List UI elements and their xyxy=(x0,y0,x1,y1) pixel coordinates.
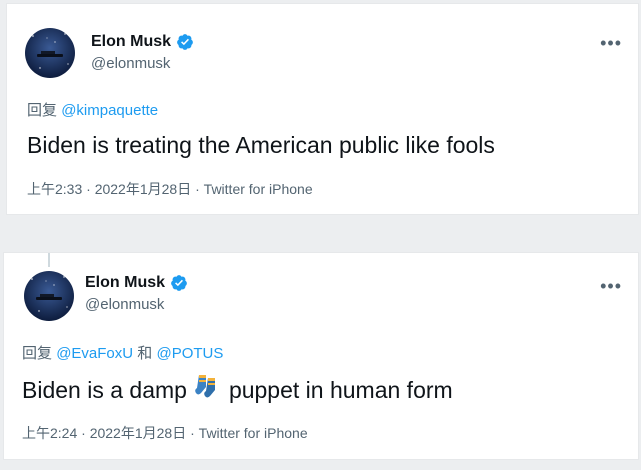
reply-label: 回复 xyxy=(27,102,58,119)
tweet-text: Biden is treating the American public li… xyxy=(27,132,495,158)
mention-link[interactable]: @POTUS xyxy=(156,345,223,362)
author-name[interactable]: Elon Musk xyxy=(91,33,171,51)
tweet-time[interactable]: 上午2:24 xyxy=(22,425,77,441)
author-name[interactable]: Elon Musk xyxy=(85,274,165,292)
reply-context: 回复 @kimpaquette xyxy=(27,99,158,120)
reply-label: 回复 xyxy=(22,345,53,362)
thread-line xyxy=(48,253,50,267)
avatar[interactable] xyxy=(24,271,74,321)
tweet-text-before: Biden is a damp xyxy=(22,376,187,403)
more-options-icon[interactable]: ••• xyxy=(600,34,622,52)
mention-link[interactable]: @EvaFoxU xyxy=(56,345,133,362)
tweet-date[interactable]: 2022年1月28日 xyxy=(95,181,192,197)
mention-joiner: 和 xyxy=(137,345,153,362)
tweet-metadata: 上午2:33 · 2022年1月28日 · Twitter for iPhone xyxy=(27,179,313,199)
separator: · xyxy=(77,425,90,441)
tweet-card[interactable]: Elon Musk @elonmusk ••• 回复 @EvaFoxU 和 @P… xyxy=(3,252,639,460)
tweet-text: Biden is a damp puppet in human form xyxy=(22,373,453,407)
avatar[interactable] xyxy=(25,28,75,78)
tweet-date[interactable]: 2022年1月28日 xyxy=(90,425,187,441)
socks-icon xyxy=(195,373,221,407)
tweet-card[interactable]: Elon Musk @elonmusk ••• 回复 @kimpaquette … xyxy=(6,3,639,215)
mention-link[interactable]: @kimpaquette xyxy=(61,102,158,119)
verified-badge-icon xyxy=(170,274,188,292)
verified-badge-icon xyxy=(176,33,194,51)
tweet-metadata: 上午2:24 · 2022年1月28日 · Twitter for iPhone xyxy=(22,423,308,443)
more-options-icon[interactable]: ••• xyxy=(600,277,622,295)
reply-context: 回复 @EvaFoxU 和 @POTUS xyxy=(22,342,223,363)
tweet-source[interactable]: Twitter for iPhone xyxy=(204,181,313,197)
tweet-time[interactable]: 上午2:33 xyxy=(27,181,82,197)
tweet-text-after: puppet in human form xyxy=(228,376,453,403)
author-handle[interactable]: @elonmusk xyxy=(91,55,170,72)
separator: · xyxy=(186,425,199,441)
author-handle[interactable]: @elonmusk xyxy=(85,296,164,313)
separator: · xyxy=(82,181,95,197)
tweet-source[interactable]: Twitter for iPhone xyxy=(199,425,308,441)
separator: · xyxy=(191,181,204,197)
